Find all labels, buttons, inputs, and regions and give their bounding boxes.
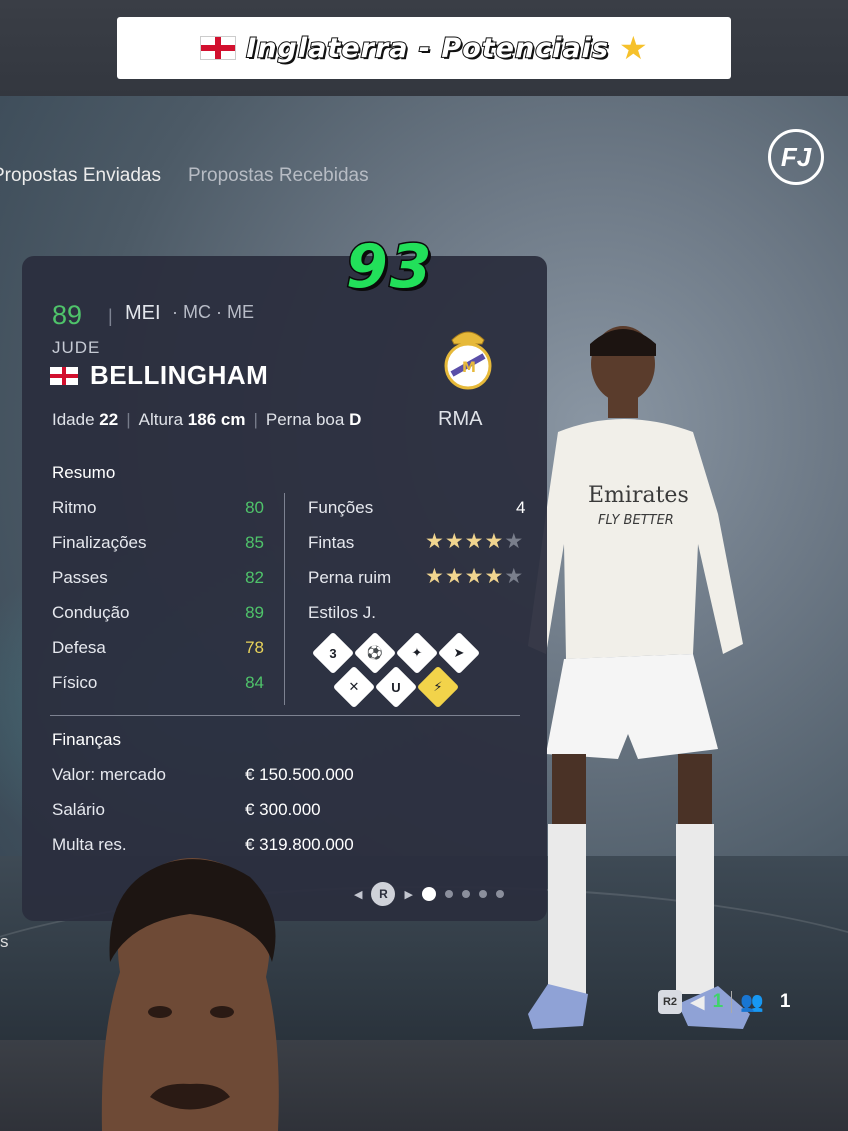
r-button-icon[interactable]: R bbox=[371, 882, 396, 906]
height-label: Altura bbox=[138, 410, 184, 429]
playstyle-icon[interactable]: ✦ bbox=[395, 631, 439, 675]
cut-off-text: s bbox=[0, 932, 9, 951]
age-label: Idade bbox=[52, 410, 95, 429]
svg-text:FLY BETTER: FLY BETTER bbox=[598, 513, 674, 528]
star-icon: ★ bbox=[504, 530, 525, 553]
player-model: Emirates FLY BETTER 5 bbox=[528, 326, 750, 1029]
page-dot[interactable] bbox=[444, 890, 453, 898]
stat-value: 80 bbox=[245, 498, 264, 517]
age-value: 22 bbox=[99, 410, 119, 429]
arrow-left-icon[interactable]: ◀ bbox=[354, 888, 362, 901]
player-bio: Idade 22 | Altura 186 cm | Perna boa D bbox=[52, 410, 361, 430]
roles-value: 4 bbox=[516, 498, 526, 517]
stat-value: 84 bbox=[245, 673, 264, 692]
glowing-star-icon: ★ bbox=[619, 30, 648, 66]
playstyle-icon[interactable]: 3 bbox=[311, 631, 355, 675]
roles-label: Funções bbox=[308, 498, 374, 517]
weak-foot-stars: ★★★★★ bbox=[425, 564, 524, 589]
section-divider bbox=[50, 715, 520, 716]
club-crest-icon: M bbox=[444, 331, 492, 390]
stat-value: 82 bbox=[245, 568, 264, 587]
speaker-icon[interactable]: ◀ bbox=[690, 991, 705, 1014]
star-icon: ★ bbox=[425, 565, 445, 588]
finance-value: € 150.500.000 bbox=[245, 765, 354, 784]
height-value: 186 cm bbox=[187, 410, 246, 429]
stat-label: Condução bbox=[52, 603, 130, 622]
star-icon: ★ bbox=[464, 530, 485, 553]
playstyle-icon[interactable]: U bbox=[374, 665, 418, 709]
skill-moves-stars: ★★★★★ bbox=[425, 529, 524, 554]
stat-label: Físico bbox=[52, 673, 98, 692]
arrow-right-icon[interactable]: ▶ bbox=[404, 888, 412, 901]
title-banner: Inglaterra - Potenciais ★ bbox=[117, 17, 731, 79]
svg-text:Emirates: Emirates bbox=[588, 483, 689, 508]
player-last-name: BELLINGHAM bbox=[90, 360, 269, 390]
divider: | bbox=[126, 410, 131, 429]
channel-logo-icon: FJ bbox=[768, 129, 824, 185]
stat-value: 89 bbox=[245, 603, 264, 622]
tab-sent-offers[interactable]: Propostas Enviadas bbox=[0, 165, 161, 187]
stat-label: Finalizações bbox=[52, 533, 147, 552]
star-icon: ★ bbox=[484, 530, 505, 553]
page-dot[interactable] bbox=[495, 890, 504, 898]
playstyle-icon[interactable]: ✕ bbox=[332, 665, 376, 709]
star-icon: ★ bbox=[504, 565, 525, 588]
playstyle-plus-icon[interactable]: ⚡ bbox=[416, 665, 460, 709]
weak-foot-label: Perna ruim bbox=[308, 568, 392, 587]
stat-value: 85 bbox=[245, 533, 264, 552]
finance-label: Salário bbox=[52, 800, 105, 819]
skill-moves-label: Fintas bbox=[308, 533, 355, 552]
people-icon[interactable]: 👥 bbox=[740, 990, 764, 1014]
banner-title: Inglaterra - Potenciais bbox=[245, 32, 610, 65]
playstyle-icon[interactable]: ➤ bbox=[437, 631, 481, 675]
england-flag-icon bbox=[200, 36, 237, 60]
finances-heading: Finanças bbox=[52, 730, 121, 749]
playstyle-icon[interactable]: ⚽ bbox=[353, 631, 397, 675]
foot-label: Perna boa bbox=[265, 410, 345, 429]
club-abbreviation: RMA bbox=[438, 408, 483, 430]
stat-label: Passes bbox=[52, 568, 108, 587]
page-dot[interactable] bbox=[421, 887, 436, 901]
page-indicator: ◀ R ▶ bbox=[354, 882, 504, 906]
playstyles-label: Estilos J. bbox=[308, 603, 377, 622]
star-icon: ★ bbox=[484, 565, 505, 588]
star-icon: ★ bbox=[425, 530, 445, 553]
player-name-row: BELLINGHAM bbox=[50, 360, 268, 391]
r2-button-icon[interactable]: R2 bbox=[658, 990, 682, 1014]
svg-text:M: M bbox=[462, 360, 476, 376]
star-icon: ★ bbox=[444, 530, 465, 553]
stat-label: Ritmo bbox=[52, 498, 97, 517]
page-dot[interactable] bbox=[478, 890, 487, 898]
foot-value: D bbox=[349, 410, 362, 429]
alt-positions: · MC · ME bbox=[172, 302, 254, 322]
bottom-hud: R2 ◀ 1 👥 1 bbox=[658, 990, 790, 1014]
divider bbox=[731, 991, 733, 1013]
star-icon: ★ bbox=[444, 565, 465, 588]
page-dot[interactable] bbox=[461, 890, 470, 898]
hud-count: 1 bbox=[779, 991, 791, 1012]
potential-rating: 93 bbox=[345, 231, 434, 304]
tab-received-offers[interactable]: Propostas Recebidas bbox=[188, 165, 369, 187]
divider: | bbox=[108, 306, 113, 326]
hud-count: 1 bbox=[712, 991, 724, 1012]
player-card: 89 | MEI · MC · ME JUDE BELLINGHAM M RMA… bbox=[22, 256, 547, 921]
main-position: MEI bbox=[125, 302, 161, 324]
finance-value: € 300.000 bbox=[245, 800, 321, 819]
stat-label: Defesa bbox=[52, 638, 106, 657]
column-divider bbox=[284, 493, 285, 705]
finance-label: Valor: mercado bbox=[52, 765, 167, 784]
stat-value: 78 bbox=[245, 638, 264, 657]
overall-rating: 89 bbox=[52, 300, 83, 330]
player-face-photo bbox=[101, 858, 279, 1131]
divider: | bbox=[253, 410, 258, 429]
player-first-name: JUDE bbox=[52, 338, 101, 357]
nation-flag-icon bbox=[50, 366, 78, 385]
star-icon: ★ bbox=[464, 565, 485, 588]
summary-heading: Resumo bbox=[52, 463, 116, 482]
